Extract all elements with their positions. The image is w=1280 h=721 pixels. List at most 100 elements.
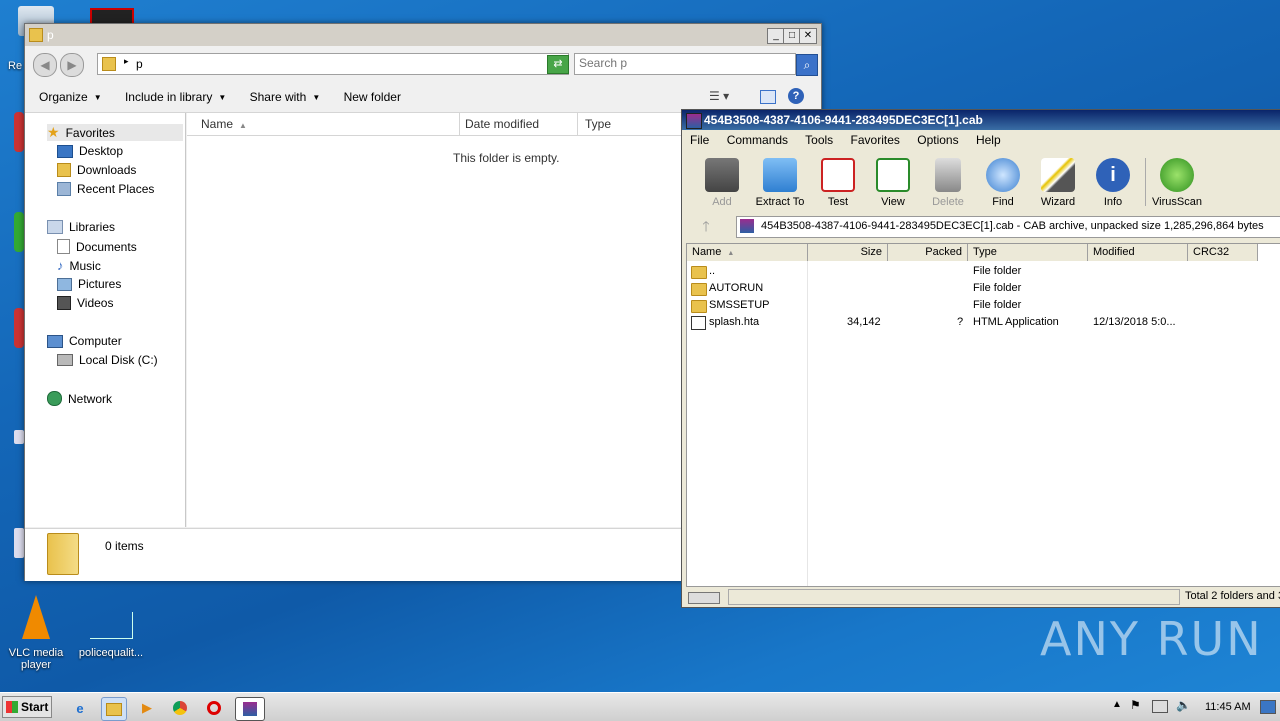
column-packed[interactable]: Packed — [888, 244, 968, 261]
tool-view-button[interactable]: View — [865, 158, 921, 208]
search-box[interactable] — [574, 53, 796, 75]
list-item[interactable]: AUTORUN File folder — [687, 280, 1280, 297]
nav-pictures[interactable]: Pictures — [57, 277, 121, 291]
archive-path-bar[interactable]: 454B3508-4387-4106-9441-283495DEC3EC[1].… — [736, 216, 1280, 238]
desktop-icon-partial-1[interactable] — [14, 112, 24, 152]
winrar-title: 454B3508-4387-4106-9441-283495DEC3EC[1].… — [704, 113, 983, 127]
menu-options[interactable]: Options — [917, 133, 958, 147]
sort-up-icon: ▲ — [239, 121, 247, 130]
desktop-file-icon[interactable]: policequalit... — [74, 612, 148, 662]
back-button[interactable]: ◀ — [33, 53, 57, 77]
column-name[interactable]: Name ▲ — [687, 244, 808, 261]
list-item[interactable]: .. File folder — [687, 263, 1280, 280]
column-type[interactable]: Type — [968, 244, 1088, 261]
list-item[interactable]: SMSSETUP File folder — [687, 297, 1280, 314]
menu-file[interactable]: File — [690, 133, 709, 147]
forward-button[interactable]: ▶ — [60, 53, 84, 77]
tray-volume-icon[interactable]: 🔈 — [1176, 698, 1191, 712]
star-icon: ★ — [47, 124, 60, 140]
tool-find-button[interactable]: Find — [975, 158, 1031, 208]
network-icon — [47, 391, 62, 406]
nav-network[interactable]: Network — [47, 391, 112, 406]
up-folder-button[interactable]: 🡑 — [688, 216, 724, 236]
share-with-button[interactable]: Share with ▼ — [250, 90, 321, 104]
tool-virusscan-button[interactable]: VirusScan — [1149, 158, 1205, 208]
virus-scan-icon — [1160, 158, 1194, 192]
archive-status-text: Total 2 folders and 3 — [1185, 590, 1280, 602]
desktop-icon-partial-4[interactable] — [14, 430, 24, 444]
tool-extract-button[interactable]: Extract To — [752, 158, 808, 208]
nav-music[interactable]: ♪ Music — [57, 258, 101, 273]
tray-expand-icon[interactable]: ▲ — [1112, 699, 1122, 710]
address-bar[interactable]: ▸ p ▼ — [97, 53, 569, 75]
tool-delete-button[interactable]: Delete — [920, 158, 976, 208]
refresh-button[interactable]: ⇄ — [547, 55, 569, 74]
tool-add-button[interactable]: Add — [694, 158, 750, 208]
taskbar-opera-icon[interactable] — [202, 697, 226, 719]
anyrun-watermark: ANY RUN — [1040, 612, 1263, 666]
nav-computer[interactable]: Computer — [47, 334, 122, 348]
taskbar-explorer-icon[interactable] — [101, 697, 127, 721]
computer-icon — [47, 334, 63, 348]
view-options-icon[interactable]: ☰ ▾ — [709, 89, 729, 103]
archive-file-list[interactable]: Name ▲ Size Packed Type Modified CRC32 ..… — [686, 243, 1280, 587]
preview-pane-icon[interactable] — [760, 90, 776, 104]
desktop-label-fragment: Re — [8, 60, 23, 72]
column-date-modified[interactable]: Date modified — [459, 113, 578, 135]
tray-network-icon[interactable] — [1152, 700, 1168, 713]
drive-icon — [688, 592, 720, 604]
nav-downloads[interactable]: Downloads — [57, 163, 136, 177]
tool-wizard-button[interactable]: Wizard — [1030, 158, 1086, 208]
taskbar-ie-icon[interactable]: e — [68, 697, 92, 719]
desktop-vlc-icon[interactable]: VLC media player — [8, 595, 64, 675]
trash-icon — [935, 158, 961, 192]
address-path: p — [136, 57, 143, 71]
folder-icon — [691, 266, 707, 279]
help-icon[interactable]: ? — [788, 88, 804, 104]
menu-tools[interactable]: Tools — [805, 133, 833, 147]
explorer-title: p — [47, 28, 54, 42]
tray-flag-icon[interactable]: ⚑ — [1130, 698, 1141, 712]
organize-button[interactable]: Organize ▼ — [39, 90, 102, 104]
nav-libraries[interactable]: Libraries — [47, 220, 115, 234]
show-desktop-button[interactable] — [1260, 700, 1276, 714]
winrar-toolbar: Add Extract To Test View Delete Find Wiz… — [682, 154, 1280, 212]
list-item[interactable]: splash.hta 34,142 ? HTML Application 12/… — [687, 314, 1280, 331]
start-button[interactable]: Start — [2, 696, 52, 718]
winrar-titlebar: 454B3508-4387-4106-9441-283495DEC3EC[1].… — [682, 110, 1280, 130]
menu-commands[interactable]: Commands — [727, 133, 788, 147]
tool-info-button[interactable]: i Info — [1085, 158, 1141, 208]
column-name[interactable]: Name ▲ — [195, 113, 460, 135]
new-folder-button[interactable]: New folder — [344, 90, 401, 104]
nav-favorites[interactable]: ★ Favorites — [47, 124, 183, 141]
desktop-file-label: policequalit... — [78, 647, 144, 659]
chevron-down-icon: ▼ — [312, 92, 321, 102]
nav-documents[interactable]: Documents — [57, 239, 137, 254]
taskbar-media-player-icon[interactable]: ▶ — [135, 697, 159, 719]
nav-recent-places[interactable]: Recent Places — [57, 182, 154, 196]
nav-local-disk[interactable]: Local Disk (C:) — [57, 353, 158, 367]
menu-help[interactable]: Help — [976, 133, 1001, 147]
taskbar-clock[interactable]: 11:45 AM — [1205, 701, 1251, 713]
test-checklist-icon — [821, 158, 855, 192]
magnifier-icon — [986, 158, 1020, 192]
nav-desktop[interactable]: Desktop — [57, 144, 123, 158]
include-in-library-button[interactable]: Include in library ▼ — [125, 90, 226, 104]
taskbar-chrome-icon[interactable] — [168, 697, 192, 719]
taskbar-winrar-icon[interactable] — [235, 697, 265, 721]
view-book-icon — [876, 158, 910, 192]
menu-favorites[interactable]: Favorites — [851, 133, 900, 147]
desktop-icon-partial-2[interactable] — [14, 212, 24, 252]
close-button[interactable]: ✕ — [799, 28, 817, 44]
desktop-icon-partial-3[interactable] — [14, 308, 24, 348]
column-size[interactable]: Size — [808, 244, 888, 261]
desktop-icon-partial-5[interactable] — [14, 528, 24, 558]
winrar-statusbar: Total 2 folders and 3 — [682, 587, 1280, 607]
search-input[interactable] — [575, 54, 783, 72]
column-modified[interactable]: Modified — [1088, 244, 1188, 261]
nav-videos[interactable]: Videos — [57, 296, 113, 310]
search-icon[interactable]: ⌕ — [796, 54, 818, 76]
tool-test-button[interactable]: Test — [810, 158, 866, 208]
music-icon: ♪ — [57, 258, 64, 273]
column-crc32[interactable]: CRC32 — [1188, 244, 1258, 261]
